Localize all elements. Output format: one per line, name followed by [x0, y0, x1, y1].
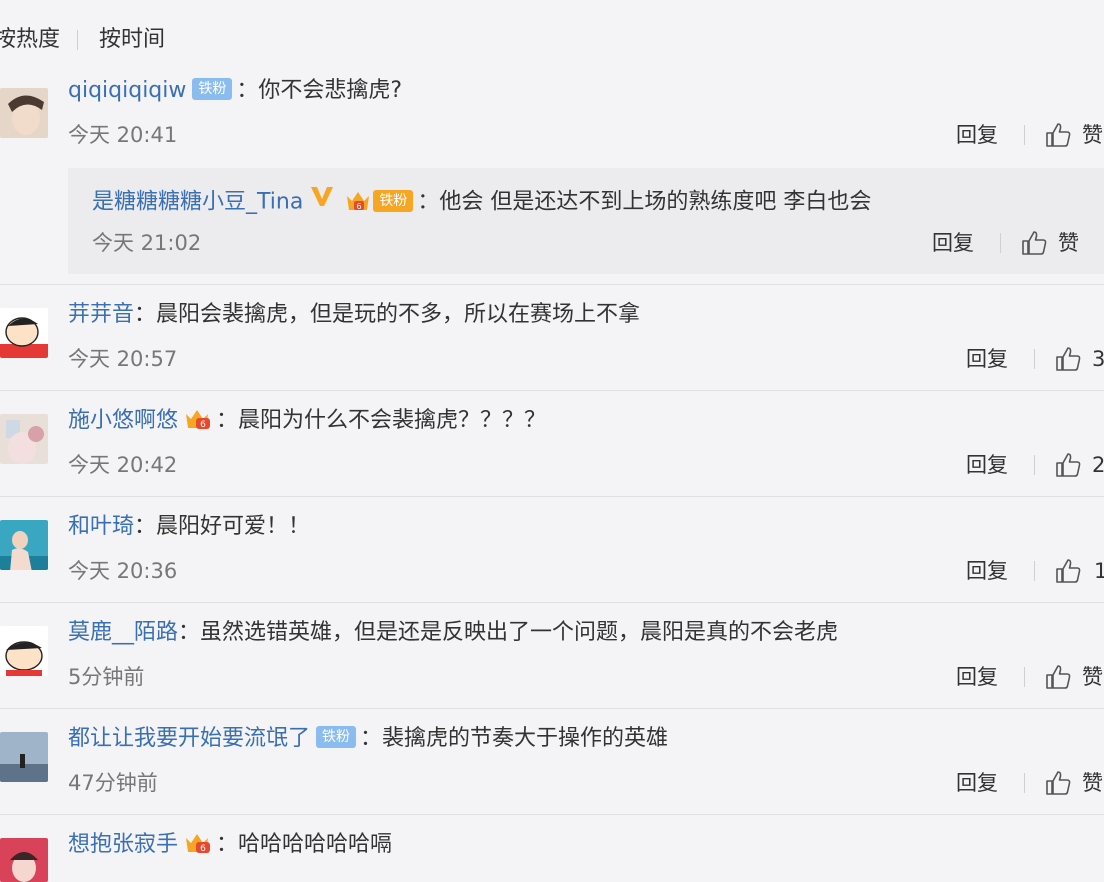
verified-v-icon: [309, 184, 335, 217]
avatar[interactable]: [0, 308, 48, 358]
avatar[interactable]: [0, 838, 48, 882]
comment-time: 今天 21:02: [92, 231, 202, 255]
svg-text:6: 6: [200, 420, 206, 430]
action-divider: [1034, 349, 1035, 369]
username-link[interactable]: 和叶琦: [68, 514, 134, 539]
like-count[interactable]: 2: [1092, 450, 1104, 480]
fan-badge[interactable]: 铁粉: [192, 78, 233, 100]
reply-button[interactable]: 回复: [966, 556, 1008, 586]
divider: [0, 496, 1104, 497]
reply-button[interactable]: 回复: [956, 662, 998, 692]
comment-time: 今天 20:42: [68, 453, 178, 477]
sort-by-hot-tab[interactable]: 按热度: [0, 22, 60, 58]
like-count[interactable]: 1: [1094, 556, 1104, 586]
thumbs-up-icon[interactable]: [1044, 121, 1072, 149]
comment-line: qiqiqiqiqiw 铁粉 ：你不会悲擒虎?: [68, 78, 403, 103]
crown-level-icon: 6: [184, 830, 214, 856]
divider: [0, 708, 1104, 709]
comment-text: 虽然选错英雄，但是还是反映出了一个问题，晨阳是真的不会老虎: [200, 620, 839, 645]
comment-text: 晨阳会裴擒虎，但是玩的不多，所以在赛场上不拿: [156, 302, 641, 327]
thumbs-up-icon[interactable]: [1044, 663, 1072, 691]
crown-level-icon: 6: [184, 406, 214, 432]
avatar[interactable]: [0, 520, 48, 570]
username-link[interactable]: 想抱张寂手: [68, 832, 178, 857]
comment-line: 施小悠啊悠 6 ：晨阳为什么不会裴擒虎？？？？: [68, 406, 547, 433]
comment-line: 茾茾音：晨阳会裴擒虎，但是玩的不多，所以在赛场上不拿: [68, 302, 641, 327]
comment-time: 今天 20:36: [68, 559, 178, 583]
thumbs-up-icon[interactable]: [1054, 557, 1082, 585]
action-divider: [1024, 667, 1025, 687]
svg-text:6: 6: [357, 202, 362, 211]
action-divider: [1034, 561, 1035, 581]
reply-button[interactable]: 回复: [932, 228, 974, 258]
comment-text: 你不会悲擒虎?: [258, 78, 403, 103]
comment-line: 和叶琦：晨阳好可爱！！: [68, 514, 311, 539]
comment-text: 他会 但是还达不到上场的熟练度吧 李白也会: [439, 189, 872, 215]
divider: [0, 814, 1104, 815]
sort-divider: [77, 30, 78, 50]
thumbs-up-icon[interactable]: [1044, 769, 1072, 797]
thumbs-up-icon[interactable]: [1020, 229, 1048, 257]
reply-button[interactable]: 回复: [966, 344, 1008, 374]
comment-line: 是糖糖糖糖小豆_Tina 6 铁粉 ：他会 但是还达不到上场的熟练度吧 李白也会: [92, 184, 871, 221]
username-link[interactable]: 茾茾音: [68, 302, 134, 327]
crown-level-icon: 6: [345, 188, 371, 214]
sort-by-time-tab[interactable]: 按时间: [99, 22, 165, 58]
comment-time: 今天 20:57: [68, 347, 178, 371]
avatar[interactable]: [0, 414, 48, 464]
username-link[interactable]: 都让让我要开始要流氓了: [68, 726, 310, 751]
action-divider: [1000, 233, 1001, 253]
reply-button[interactable]: 回复: [966, 450, 1008, 480]
fan-badge[interactable]: 铁粉: [316, 726, 357, 748]
username-link[interactable]: 莫鹿__陌路: [68, 620, 178, 645]
comment-line: 想抱张寂手 6 ：哈哈哈哈哈哈嗝: [68, 830, 393, 857]
sort-bar: 按热度 按时间: [0, 22, 300, 58]
action-divider: [1024, 125, 1025, 145]
like-button[interactable]: 赞: [1082, 120, 1103, 150]
like-count[interactable]: 3: [1092, 344, 1104, 374]
comment-text: 晨阳为什么不会裴擒虎？？？？: [238, 408, 547, 433]
reply-button[interactable]: 回复: [956, 768, 998, 798]
comment-text: 晨阳好可爱！！: [156, 514, 311, 539]
like-button[interactable]: 赞: [1082, 662, 1103, 692]
avatar[interactable]: [0, 626, 48, 676]
username-link[interactable]: 施小悠啊悠: [68, 408, 178, 433]
avatar[interactable]: [0, 88, 48, 138]
reply-button[interactable]: 回复: [956, 120, 998, 150]
username-link[interactable]: qiqiqiqiqiw: [68, 78, 186, 103]
username-link[interactable]: 是糖糖糖糖小豆_Tina: [92, 190, 303, 215]
avatar[interactable]: [0, 732, 48, 782]
comment-text: 裴擒虎的节奏大于操作的英雄: [382, 726, 669, 751]
like-button[interactable]: 赞: [1058, 228, 1079, 258]
like-button[interactable]: 赞: [1082, 768, 1103, 798]
comment-text: 哈哈哈哈哈哈嗝: [238, 832, 393, 857]
svg-text:6: 6: [200, 844, 206, 854]
thumbs-up-icon[interactable]: [1054, 345, 1082, 373]
comment-line: 莫鹿__陌路：虽然选错英雄，但是还是反映出了一个问题，晨阳是真的不会老虎: [68, 620, 839, 645]
action-divider: [1024, 773, 1025, 793]
thumbs-up-icon[interactable]: [1054, 451, 1082, 479]
comment-time: 今天 20:41: [68, 123, 178, 147]
fan-badge[interactable]: 铁粉: [373, 189, 414, 212]
comment-time: 5分钟前: [68, 665, 145, 689]
comment-line: 都让让我要开始要流氓了 铁粉 ：裴擒虎的节奏大于操作的英雄: [68, 726, 669, 751]
divider: [0, 390, 1104, 391]
divider: [0, 602, 1104, 603]
action-divider: [1034, 455, 1035, 475]
divider: [0, 284, 1104, 285]
comment-time: 47分钟前: [68, 771, 158, 795]
